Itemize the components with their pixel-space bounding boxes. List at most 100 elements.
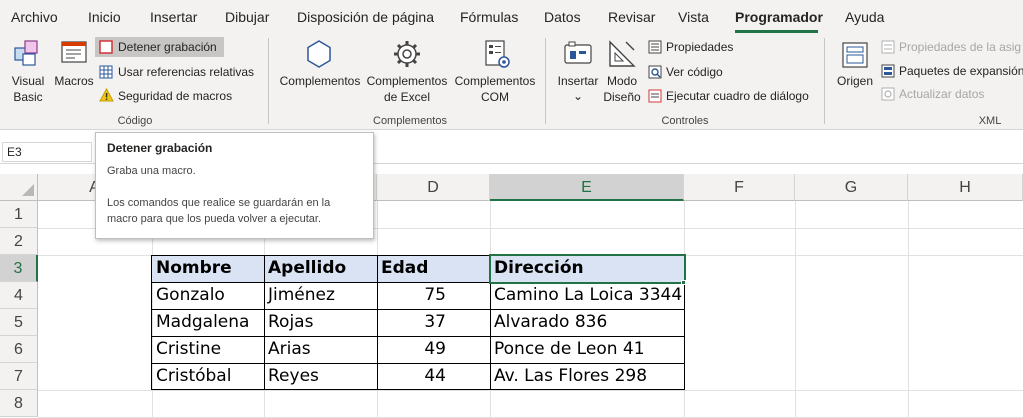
table-cell[interactable]: Arias (264, 336, 377, 363)
row-header-6[interactable]: 6 (0, 336, 38, 363)
table-cell[interactable]: Ponce de Leon 41 (490, 336, 684, 363)
table-cell[interactable]: 44 (377, 363, 490, 390)
map-properties-icon (881, 40, 895, 54)
refresh-data-button: Actualizar datos (899, 87, 985, 101)
name-box[interactable]: E3 (2, 142, 92, 162)
column-header-d[interactable]: D (377, 174, 490, 201)
table-header-edad[interactable]: Edad (377, 255, 490, 282)
design-mode-icon[interactable] (606, 38, 638, 70)
insert-control-icon[interactable] (562, 38, 594, 70)
excel-addins-label-1[interactable]: Complementos (364, 74, 450, 89)
excel-addins-label-2[interactable]: de Excel (364, 90, 450, 105)
com-addins-icon[interactable] (480, 38, 512, 70)
com-addins-label-2[interactable]: COM (452, 90, 538, 105)
addins-hexagon-icon[interactable] (303, 38, 335, 70)
excel-addins-gear-icon[interactable] (391, 38, 423, 70)
table-cell[interactable]: Reyes (264, 363, 377, 390)
xml-source-icon[interactable] (840, 40, 870, 70)
tab-ayuda[interactable]: Ayuda (845, 9, 884, 25)
table-border (377, 255, 378, 390)
tab-insertar[interactable]: Insertar (150, 9, 197, 25)
warning-icon[interactable] (99, 88, 114, 102)
tab-dibujar[interactable]: Dibujar (225, 9, 269, 25)
row-header-7[interactable]: 7 (0, 363, 38, 390)
tooltip-description: Los comandos que realice se guardarán en… (107, 197, 331, 209)
group-separator (268, 38, 269, 124)
group-label-complementos: Complementos (373, 115, 447, 127)
table-cell[interactable]: Cristine (152, 336, 264, 363)
tab-programador[interactable]: Programador (735, 9, 823, 25)
table-cell[interactable]: 75 (377, 282, 490, 309)
active-tab-indicator (735, 30, 818, 33)
ribbon: Visual Basic Macros Detener grabación Us… (0, 34, 1023, 130)
column-header-f[interactable]: F (684, 174, 795, 201)
table-cell[interactable]: Alvarado 836 (490, 309, 684, 336)
macros-icon[interactable] (59, 38, 89, 68)
table-cell[interactable]: 37 (377, 309, 490, 336)
chevron-down-icon[interactable]: ⌄ (552, 89, 604, 104)
table-cell[interactable]: Jiménez (264, 282, 377, 309)
row-header-8[interactable]: 8 (0, 390, 38, 417)
run-dialog-button[interactable]: Ejecutar cuadro de diálogo (666, 89, 809, 104)
table-cell[interactable]: Gonzalo (152, 282, 264, 309)
expansion-packs-icon[interactable] (881, 64, 895, 78)
relative-refs-button[interactable]: Usar referencias relativas (118, 65, 254, 80)
table-cell[interactable]: Av. Las Flores 298 (490, 363, 684, 390)
visual-basic-icon[interactable] (12, 38, 42, 68)
tab-disposicion[interactable]: Disposición de página (297, 9, 434, 25)
design-mode-label-2[interactable]: Diseño (600, 90, 644, 105)
column-header-e[interactable]: E (490, 174, 684, 201)
fill-handle[interactable] (681, 280, 686, 285)
table-cell[interactable]: Madgalena (152, 309, 264, 336)
table-header-apellido[interactable]: Apellido (264, 255, 377, 282)
macro-security-button[interactable]: Seguridad de macros (118, 89, 232, 104)
tab-datos[interactable]: Datos (544, 9, 581, 25)
table-cell[interactable]: Camino La Loica 3344 (490, 282, 684, 309)
table-cell[interactable]: Cristóbal (152, 363, 264, 390)
view-code-button[interactable]: Ver código (666, 65, 723, 80)
insert-control-label[interactable]: Insertar (552, 74, 604, 89)
properties-icon[interactable] (648, 40, 662, 54)
group-label-controles: Controles (661, 115, 709, 127)
group-separator (545, 38, 546, 124)
addins-label[interactable]: Complementos (277, 74, 363, 89)
gridline (795, 201, 796, 418)
row-header-2[interactable]: 2 (0, 228, 38, 255)
table-border (151, 309, 685, 310)
tab-archivo[interactable]: Archivo (11, 9, 58, 25)
row-header-3[interactable]: 3 (0, 255, 38, 282)
visual-basic-label-1[interactable]: Visual (8, 74, 48, 89)
run-dialog-icon[interactable] (648, 89, 662, 103)
table-cell[interactable]: 49 (377, 336, 490, 363)
macros-label[interactable]: Macros (52, 74, 96, 89)
com-addins-label-1[interactable]: Complementos (452, 74, 538, 89)
refresh-data-icon (881, 87, 895, 101)
stop-recording-button[interactable]: Detener grabación (118, 40, 217, 55)
tab-revisar[interactable]: Revisar (608, 9, 655, 25)
xml-source-label[interactable]: Origen (833, 74, 877, 89)
select-all-triangle-icon (22, 184, 34, 196)
row-header-4[interactable]: 4 (0, 282, 38, 309)
group-label-xml: XML (978, 115, 1002, 127)
tab-inicio[interactable]: Inicio (88, 9, 121, 25)
row-header-5[interactable]: 5 (0, 309, 38, 336)
row-header-1[interactable]: 1 (0, 201, 38, 228)
group-label-codigo: Código (117, 115, 153, 127)
tooltip-description: Graba una macro. (107, 165, 196, 177)
menu-tab-bar: Archivo Inicio Insertar Dibujar Disposic… (0, 0, 1023, 34)
table-border (151, 389, 685, 390)
selected-cell-e3[interactable] (489, 254, 686, 284)
table-cell[interactable]: Rojas (264, 309, 377, 336)
tab-formulas[interactable]: Fórmulas (460, 9, 518, 25)
column-header-h[interactable]: H (908, 174, 1023, 201)
tab-vista[interactable]: Vista (678, 9, 709, 25)
design-mode-label-1[interactable]: Modo (600, 74, 644, 89)
table-header-nombre[interactable]: Nombre (152, 255, 264, 282)
column-header-g[interactable]: G (795, 174, 908, 201)
expansion-packs-button[interactable]: Paquetes de expansión (899, 64, 1023, 79)
visual-basic-label-2[interactable]: Basic (8, 90, 48, 105)
stop-square-icon[interactable] (99, 40, 113, 54)
view-code-icon[interactable] (648, 65, 662, 79)
relative-refs-icon[interactable] (99, 65, 113, 79)
properties-button[interactable]: Propiedades (666, 40, 733, 55)
